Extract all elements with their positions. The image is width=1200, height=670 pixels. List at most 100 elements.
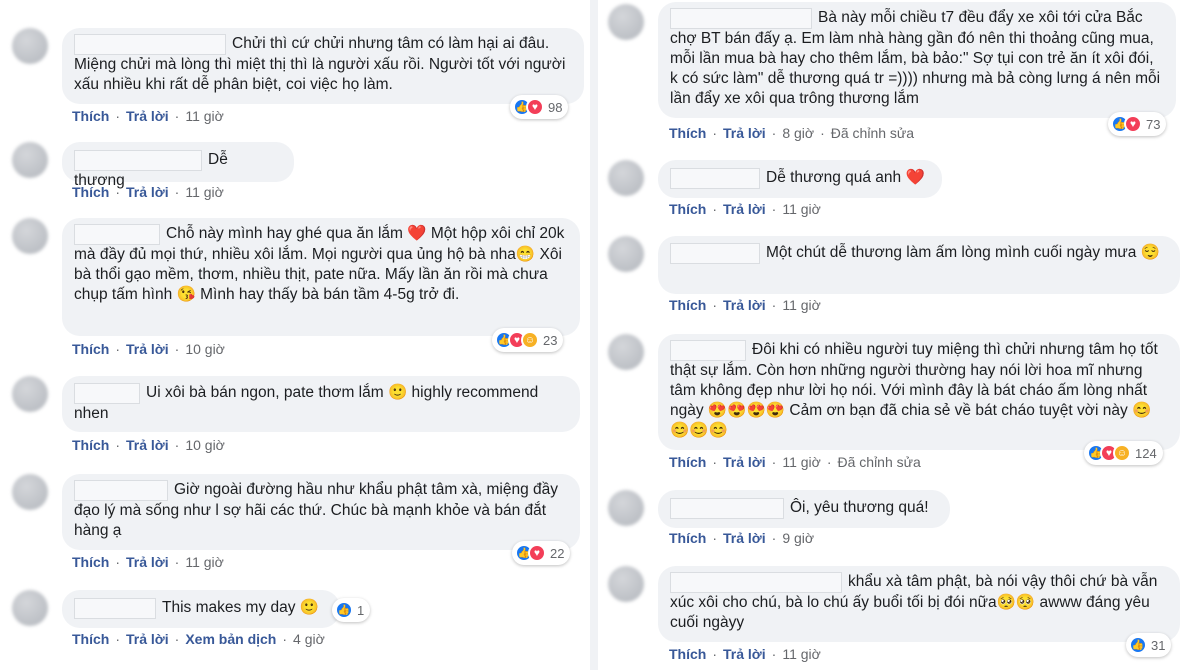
like-link[interactable]: Thích <box>72 341 109 357</box>
comment-actions: Thích · Trả lời · 11 giờ · Đã chỉnh sửa <box>669 454 921 470</box>
avatar[interactable] <box>12 474 48 510</box>
like-link[interactable]: Thích <box>669 297 706 313</box>
like-link[interactable]: Thích <box>669 646 706 662</box>
timestamp[interactable]: 8 giờ <box>782 125 814 141</box>
comment-column-left: Chửi thì cứ chửi nhưng tâm có làm hại ai… <box>0 0 590 670</box>
reply-link[interactable]: Trả lời <box>126 554 169 570</box>
translate-link[interactable]: Xem bản dịch <box>185 631 276 647</box>
timestamp[interactable]: 11 giờ <box>782 297 821 313</box>
avatar[interactable] <box>12 218 48 254</box>
avatar[interactable] <box>608 566 644 602</box>
timestamp[interactable]: 4 giờ <box>293 631 325 647</box>
comment-text: Một chút dễ thương làm ấm lòng mình cuối… <box>766 244 1160 261</box>
redacted-author-name[interactable] <box>74 383 140 404</box>
avatar[interactable] <box>608 160 644 196</box>
timestamp[interactable]: 11 giờ <box>782 454 821 470</box>
avatar[interactable] <box>608 334 644 370</box>
comment-column-right: Bà này mỗi chiều t7 đều đẩy xe xôi tới c… <box>598 0 1200 670</box>
redacted-author-name[interactable] <box>74 598 156 619</box>
redacted-author-name[interactable] <box>670 340 746 361</box>
edited-label[interactable]: Đã chỉnh sửa <box>838 454 921 470</box>
reply-link[interactable]: Trả lời <box>126 108 169 124</box>
love-reaction-icon: ♥ <box>528 544 546 562</box>
comment-bubble: Chỗ này mình hay ghé qua ăn lắm ❤️ Một h… <box>62 218 580 336</box>
redacted-author-name[interactable] <box>74 480 168 501</box>
like-link[interactable]: Thích <box>669 125 706 141</box>
like-link[interactable]: Thích <box>669 530 706 546</box>
comment-bubble: Giờ ngoài đường hầu như khẩu phật tâm xà… <box>62 474 580 550</box>
redacted-author-name[interactable] <box>74 150 202 171</box>
care-reaction-icon: ☺ <box>521 331 539 349</box>
redacted-author-name[interactable] <box>670 243 760 264</box>
redacted-author-name[interactable] <box>670 8 812 29</box>
like-link[interactable]: Thích <box>72 108 109 124</box>
reaction-summary[interactable]: 👍 ♥ 98 <box>510 95 569 119</box>
comment-bubble: Dễ thương quá anh ❤️ <box>658 160 942 198</box>
reply-link[interactable]: Trả lời <box>723 201 766 217</box>
column-divider <box>590 0 598 670</box>
reply-link[interactable]: Trả lời <box>723 125 766 141</box>
avatar[interactable] <box>12 376 48 412</box>
timestamp[interactable]: 11 giờ <box>185 108 224 124</box>
reaction-summary[interactable]: 👍 1 <box>332 598 371 622</box>
comment-actions: Thích · Trả lời · Xem bản dịch · 4 giờ <box>72 631 325 647</box>
redacted-author-name[interactable] <box>670 572 842 593</box>
like-link[interactable]: Thích <box>669 201 706 217</box>
avatar[interactable] <box>608 490 644 526</box>
like-link[interactable]: Thích <box>669 454 706 470</box>
avatar[interactable] <box>12 142 48 178</box>
reply-link[interactable]: Trả lời <box>126 437 169 453</box>
reaction-summary[interactable]: 👍 31 <box>1126 633 1172 657</box>
comment-bubble: Bà này mỗi chiều t7 đều đẩy xe xôi tới c… <box>658 2 1176 118</box>
comment-actions: Thích · Trả lời · 11 giờ <box>72 184 224 200</box>
reaction-summary[interactable]: 👍 ♥ 73 <box>1108 112 1167 136</box>
comment-bubble: Ui xôi bà bán ngon, pate thơm lắm 🙂 high… <box>62 376 580 432</box>
comment-actions: Thích · Trả lời · 11 giờ <box>669 646 821 662</box>
comment-bubble: Chửi thì cứ chửi nhưng tâm có làm hại ai… <box>62 28 584 104</box>
like-link[interactable]: Thích <box>72 437 109 453</box>
reply-link[interactable]: Trả lời <box>723 454 766 470</box>
like-reaction-icon: 👍 <box>1129 636 1147 654</box>
redacted-author-name[interactable] <box>670 168 760 189</box>
reply-link[interactable]: Trả lời <box>723 530 766 546</box>
edited-label[interactable]: Đã chỉnh sửa <box>831 125 914 141</box>
timestamp[interactable]: 11 giờ <box>185 554 224 570</box>
redacted-author-name[interactable] <box>74 34 226 55</box>
avatar[interactable] <box>608 236 644 272</box>
comment-text: Dễ thương quá anh ❤️ <box>766 169 925 186</box>
reaction-count: 22 <box>550 545 565 561</box>
timestamp[interactable]: 11 giờ <box>185 184 224 200</box>
reply-link[interactable]: Trả lời <box>126 341 169 357</box>
avatar[interactable] <box>608 4 644 40</box>
reaction-summary[interactable]: 👍 ♥ ☺ 23 <box>492 328 564 352</box>
reply-link[interactable]: Trả lời <box>126 631 169 647</box>
comment-actions: Thích · Trả lời · 11 giờ <box>669 201 821 217</box>
redacted-author-name[interactable] <box>670 498 784 519</box>
timestamp[interactable]: 11 giờ <box>782 646 821 662</box>
timestamp[interactable]: 11 giờ <box>782 201 821 217</box>
like-link[interactable]: Thích <box>72 631 109 647</box>
reaction-summary[interactable]: 👍 ♥ 22 <box>512 541 571 565</box>
redacted-author-name[interactable] <box>74 224 160 245</box>
avatar[interactable] <box>12 590 48 626</box>
comment-actions: Thích · Trả lời · 8 giờ · Đã chỉnh sửa <box>669 125 915 141</box>
avatar[interactable] <box>12 28 48 64</box>
comment-bubble: This makes my day 🙂 <box>62 590 340 628</box>
comment-bubble: khẩu xà tâm phật, bà nói vậy thôi chứ bà… <box>658 566 1180 642</box>
timestamp[interactable]: 10 giờ <box>185 341 225 357</box>
comment-bubble: Một chút dễ thương làm ấm lòng mình cuối… <box>658 236 1180 294</box>
comment-text: Ui xôi bà bán ngon, pate thơm lắm 🙂 high… <box>74 384 539 422</box>
reaction-count: 124 <box>1135 445 1157 461</box>
reply-link[interactable]: Trả lời <box>723 646 766 662</box>
comment-actions: Thích · Trả lời · 10 giờ <box>72 341 225 357</box>
comment-actions: Thích · Trả lời · 10 giờ <box>72 437 225 453</box>
timestamp[interactable]: 9 giờ <box>782 530 814 546</box>
like-link[interactable]: Thích <box>72 184 109 200</box>
comment-bubble: Đôi khi có nhiều người tuy miệng thì chử… <box>658 334 1180 450</box>
reply-link[interactable]: Trả lời <box>723 297 766 313</box>
timestamp[interactable]: 10 giờ <box>185 437 225 453</box>
reply-link[interactable]: Trả lời <box>126 184 169 200</box>
like-link[interactable]: Thích <box>72 554 109 570</box>
reaction-summary[interactable]: 👍 ♥ ☺ 124 <box>1084 441 1163 465</box>
comment-actions: Thích · Trả lời · 11 giờ <box>669 297 821 313</box>
